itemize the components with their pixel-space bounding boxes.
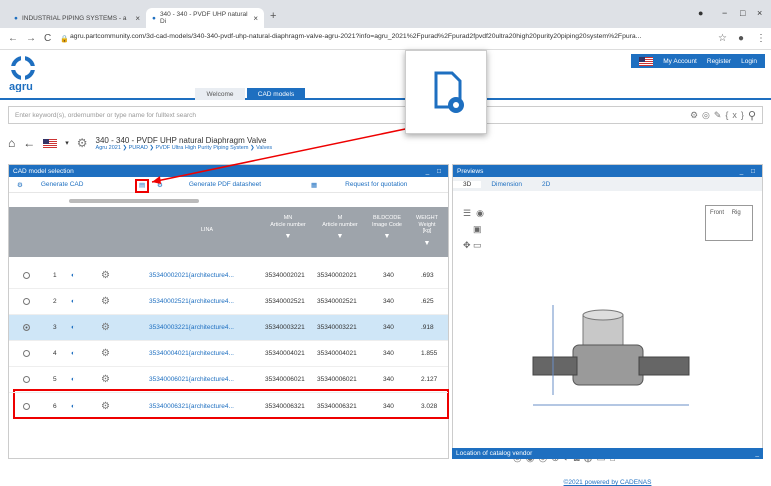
zoom-callout (405, 50, 487, 134)
powered-by-link[interactable]: ©2021 powered by CADENAS (453, 479, 762, 486)
callout-arrow (151, 127, 411, 184)
document-gear-icon (434, 71, 464, 113)
